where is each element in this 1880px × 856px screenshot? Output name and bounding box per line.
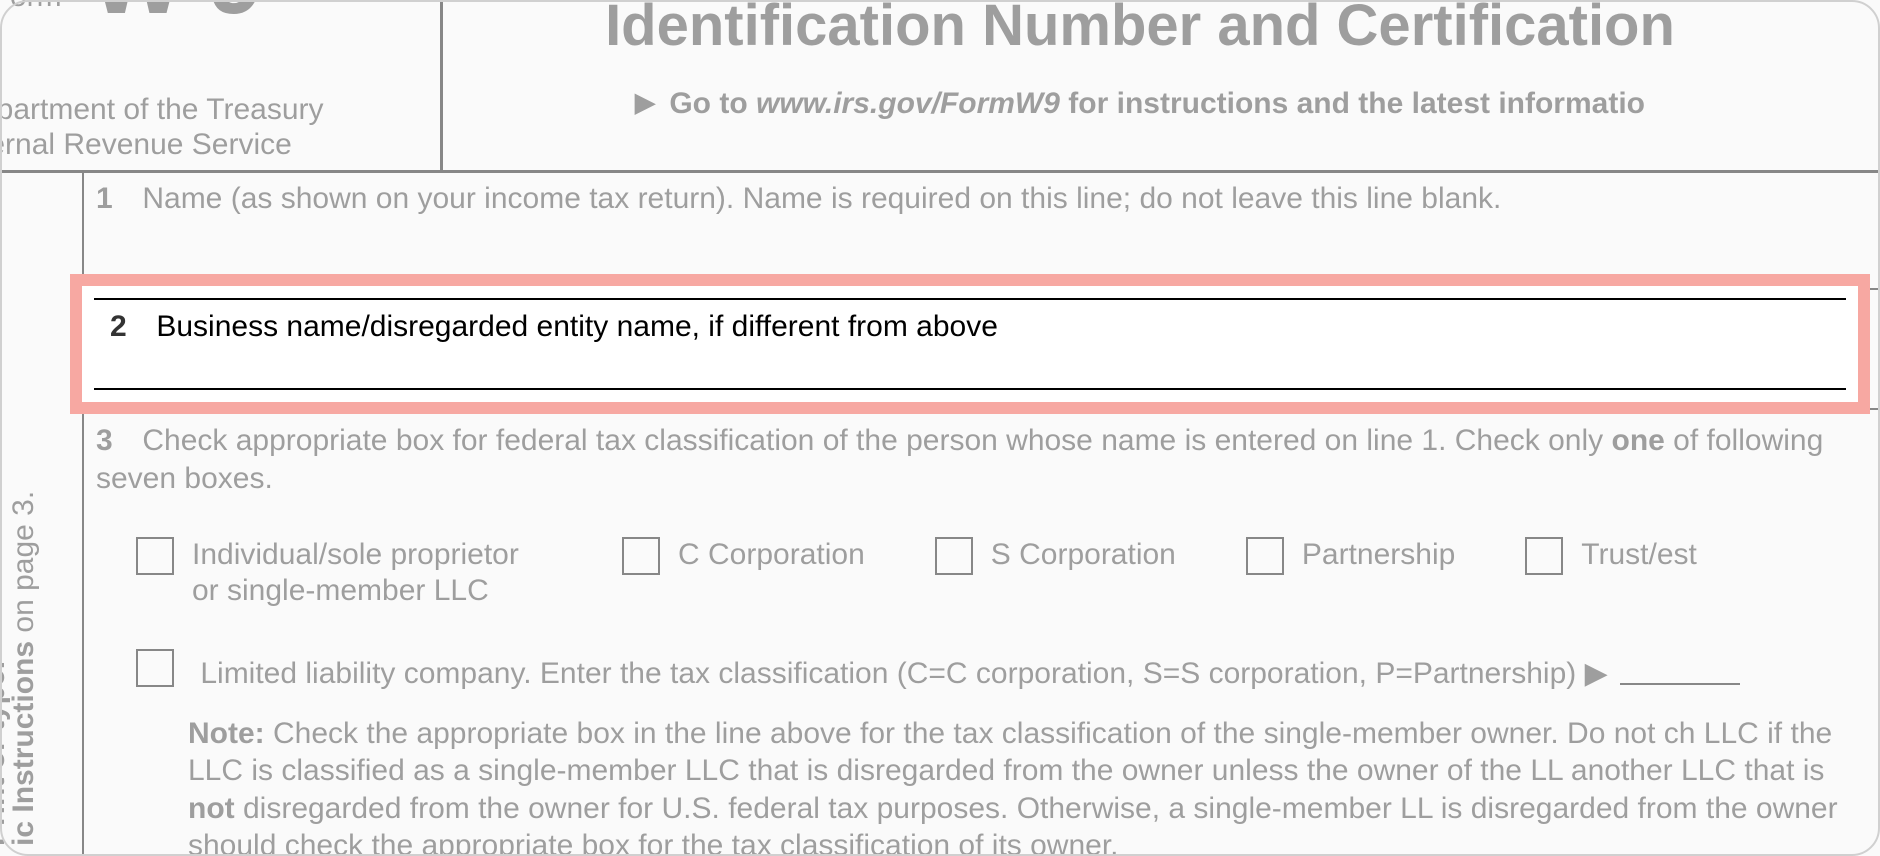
checkbox-icon[interactable] xyxy=(1525,537,1563,575)
classification-boxes: Individual/sole proprietor or single-mem… xyxy=(136,537,1866,609)
llc-classification-input[interactable] xyxy=(1620,683,1740,685)
line-1-number: 1 xyxy=(96,180,134,218)
dept-line-1: epartment of the Treasury xyxy=(0,93,324,128)
llc-note: Note: Check the appropriate box in the l… xyxy=(188,715,1866,856)
opt-trust-label: Trust/est xyxy=(1581,537,1697,573)
checkbox-icon[interactable] xyxy=(136,537,174,575)
opt-llc-label: Limited liability company. Enter the tax… xyxy=(200,657,1576,690)
form-word: orm xyxy=(10,0,62,13)
checkbox-icon[interactable] xyxy=(1246,537,1284,575)
goto-url: www.irs.gov/FormW9 xyxy=(756,87,1060,120)
note-body2: disregarded from the owner for U.S. fede… xyxy=(188,792,1838,856)
line-2-rule-bot xyxy=(94,388,1846,390)
arrow-right-icon: ▶ xyxy=(1585,657,1608,690)
form-body: 1 Name (as shown on your income tax retu… xyxy=(82,170,1880,856)
goto-pre: Go to xyxy=(669,87,747,120)
dept-line-2: ternal Revenue Service xyxy=(0,128,324,163)
checkbox-icon[interactable] xyxy=(935,537,973,575)
opt-s-corp[interactable]: S Corporation xyxy=(935,537,1176,575)
line-1[interactable]: 1 Name (as shown on your income tax retu… xyxy=(82,170,1880,290)
checkbox-icon[interactable] xyxy=(622,537,660,575)
opt-llc[interactable]: Limited liability company. Enter the tax… xyxy=(136,649,1866,693)
line-2-highlight[interactable]: 2 Business name/disregarded entity name,… xyxy=(70,274,1870,414)
opt-s-corp-label: S Corporation xyxy=(991,537,1176,573)
form-w9-page: orm W-9 epartment of the Treasury ternal… xyxy=(0,0,1880,856)
checkbox-icon[interactable] xyxy=(136,649,174,687)
form-code: W-9 xyxy=(90,0,259,37)
header-left: orm W-9 epartment of the Treasury ternal… xyxy=(0,0,443,173)
line-1-text: Name (as shown on your income tax return… xyxy=(142,182,1501,215)
goto-post: for instructions and the latest informat… xyxy=(1068,87,1645,120)
line-2-text: Business name/disregarded entity name, i… xyxy=(156,310,998,343)
goto-line: ▶ Go to www.irs.gov/FormW9 for instructi… xyxy=(400,87,1880,121)
line-2-rule-top xyxy=(94,298,1846,300)
sidebar-instr-bold: ic Instructions xyxy=(7,641,40,846)
form-title: Identification Number and Certification xyxy=(400,0,1880,59)
sidebar-text-b: ic Instructions on page 3. xyxy=(7,491,41,846)
note-lead: Note: xyxy=(188,717,265,750)
line-3-number: 3 xyxy=(96,422,134,460)
department-block: epartment of the Treasury ternal Revenue… xyxy=(0,93,324,162)
opt-partnership-label: Partnership xyxy=(1302,537,1455,573)
line-3-one: one xyxy=(1612,424,1665,457)
opt-individual-label: Individual/sole proprietor or single-mem… xyxy=(192,537,552,609)
opt-individual[interactable]: Individual/sole proprietor or single-mem… xyxy=(136,537,552,609)
sidebar-instr-rest: on page 3. xyxy=(7,491,40,641)
line-2-number: 2 xyxy=(110,310,148,344)
note-body: Check the appropriate box in the line ab… xyxy=(188,717,1832,788)
opt-c-corp-label: C Corporation xyxy=(678,537,865,573)
header-right: Identification Number and Certification … xyxy=(400,0,1880,173)
opt-partnership[interactable]: Partnership xyxy=(1246,537,1455,575)
sidebar: Print or type. ic Instructions on page 3… xyxy=(0,170,84,856)
note-not: not xyxy=(188,792,235,825)
line-3-text-a: Check appropriate box for federal tax cl… xyxy=(142,424,1611,457)
opt-c-corp[interactable]: C Corporation xyxy=(622,537,865,575)
opt-trust[interactable]: Trust/est xyxy=(1525,537,1697,575)
line-3: 3 Check appropriate box for federal tax … xyxy=(82,410,1880,856)
arrow-right-icon: ▶ xyxy=(635,87,655,117)
